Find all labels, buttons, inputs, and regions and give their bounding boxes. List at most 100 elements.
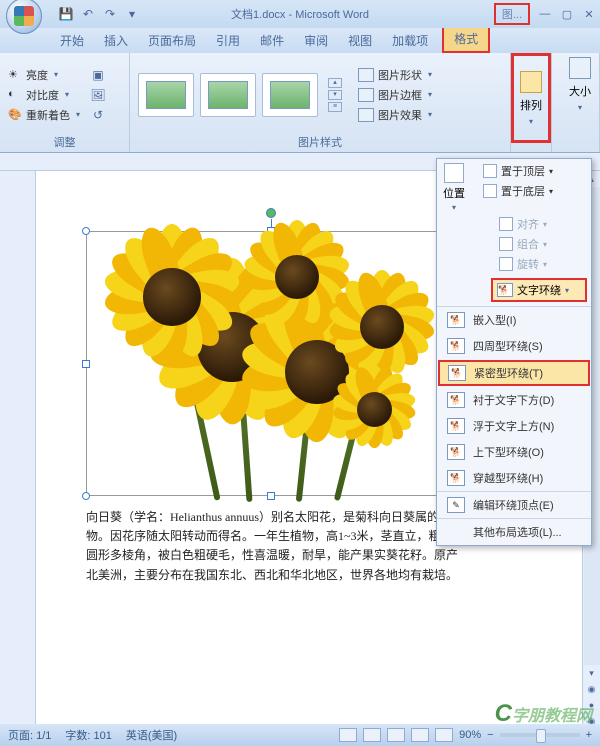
language-status[interactable]: 英语(美国) bbox=[126, 727, 177, 743]
chevron-down-icon: ▾ bbox=[529, 117, 533, 126]
text-wrap-icon bbox=[497, 283, 513, 297]
text-wrap-menu: 🐕嵌入型(I) 🐕四周型环绕(S) 🐕紧密型环绕(T) 🐕衬于文字下方(D) 🐕… bbox=[437, 306, 591, 545]
outline-view-button[interactable] bbox=[411, 728, 429, 742]
change-pic-icon[interactable]: 🖼 bbox=[90, 87, 106, 103]
picture-tools-label: 图... bbox=[494, 3, 530, 25]
print-icon[interactable]: ▾ bbox=[124, 6, 140, 22]
watermark: C字朋教程网 bbox=[495, 700, 592, 728]
scroll-down-icon[interactable]: ▾ bbox=[584, 665, 600, 681]
wrap-front-option[interactable]: 🐕浮于文字上方(N) bbox=[437, 413, 591, 439]
maximize-button[interactable]: ▢ bbox=[556, 5, 578, 23]
arrange-dropdown: 位置 ▾ 置于顶层▾ 置于底层▾ 对齐▾ 组合▾ 旋转▾ 文字环绕 ▾ 🐕嵌入型… bbox=[436, 158, 592, 546]
front-icon: 🐕 bbox=[447, 418, 465, 434]
print-layout-view-button[interactable] bbox=[339, 728, 357, 742]
style-thumb[interactable] bbox=[200, 73, 256, 117]
tight-icon: 🐕 bbox=[448, 365, 466, 381]
tab-review[interactable]: 审阅 bbox=[294, 28, 338, 53]
gallery-more-icon[interactable]: ≡ bbox=[328, 102, 342, 112]
more-layout-option[interactable]: 其他布局选项(L)... bbox=[437, 518, 591, 545]
fullscreen-view-button[interactable] bbox=[363, 728, 381, 742]
recolor-button[interactable]: 🎨重新着色 bbox=[8, 107, 80, 123]
rotate-button[interactable]: 旋转▾ bbox=[499, 256, 547, 272]
zoom-level[interactable]: 90% bbox=[459, 729, 481, 741]
inline-icon: 🐕 bbox=[447, 312, 465, 328]
arrange-icon bbox=[520, 71, 542, 93]
tab-home[interactable]: 开始 bbox=[50, 28, 94, 53]
tab-view[interactable]: 视图 bbox=[338, 28, 382, 53]
zoom-out-button[interactable]: − bbox=[487, 729, 493, 741]
chevron-down-icon: ▾ bbox=[578, 103, 582, 112]
chevron-down-icon: ▾ bbox=[565, 286, 569, 295]
position-icon bbox=[444, 163, 464, 183]
brightness-icon: ☀ bbox=[8, 68, 22, 82]
position-button[interactable]: 位置 ▾ bbox=[443, 163, 465, 212]
style-thumb[interactable] bbox=[262, 73, 318, 117]
align-icon bbox=[499, 217, 513, 231]
zoom-slider[interactable] bbox=[500, 733, 580, 737]
wrap-square-option[interactable]: 🐕四周型环绕(S) bbox=[437, 333, 591, 359]
selected-image[interactable] bbox=[86, 231, 456, 496]
text-wrap-button[interactable]: 文字环绕 ▾ bbox=[491, 278, 587, 302]
topbottom-icon: 🐕 bbox=[447, 444, 465, 460]
tab-format[interactable]: 格式 bbox=[442, 24, 490, 53]
brightness-button[interactable]: ☀亮度 bbox=[8, 67, 80, 83]
wrap-inline-option[interactable]: 🐕嵌入型(I) bbox=[437, 307, 591, 333]
size-icon bbox=[569, 57, 591, 79]
style-thumb[interactable] bbox=[138, 73, 194, 117]
arrange-button[interactable]: 排列 ▾ bbox=[511, 53, 551, 143]
size-button[interactable]: 大小 ▾ bbox=[560, 57, 600, 112]
recolor-icon: 🎨 bbox=[8, 108, 22, 122]
page-status[interactable]: 页面: 1/1 bbox=[8, 727, 51, 743]
chevron-down-icon: ▾ bbox=[452, 203, 456, 212]
zoom-in-button[interactable]: + bbox=[586, 729, 592, 741]
tab-page-layout[interactable]: 页面布局 bbox=[138, 28, 206, 53]
compress-icon[interactable]: ▣ bbox=[90, 67, 106, 83]
contrast-icon: ◐ bbox=[8, 88, 22, 102]
body-paragraph[interactable]: 向日葵（学名：Helianthus annuus）别名太阳花，是菊科向日葵属的植… bbox=[86, 508, 466, 585]
edit-points-icon: ✎ bbox=[447, 497, 465, 513]
gallery-down-icon[interactable]: ▾ bbox=[328, 90, 342, 100]
wrap-tight-option[interactable]: 🐕紧密型环绕(T) bbox=[438, 360, 590, 386]
tab-addins[interactable]: 加载项 bbox=[382, 28, 438, 53]
draft-view-button[interactable] bbox=[435, 728, 453, 742]
align-button[interactable]: 对齐▾ bbox=[499, 216, 547, 232]
wrap-topbottom-option[interactable]: 🐕上下型环绕(O) bbox=[437, 439, 591, 465]
save-icon[interactable]: 💾 bbox=[58, 6, 74, 22]
shape-icon bbox=[358, 68, 374, 82]
close-button[interactable]: ✕ bbox=[578, 5, 600, 23]
picture-styles-gallery[interactable]: ▴ ▾ ≡ bbox=[138, 73, 342, 117]
vertical-ruler[interactable] bbox=[0, 171, 36, 729]
picture-effects-button[interactable]: 图片效果 bbox=[358, 107, 432, 123]
adjust-group-label: 调整 bbox=[8, 132, 121, 150]
through-icon: 🐕 bbox=[447, 470, 465, 486]
redo-icon[interactable]: ↷ bbox=[102, 6, 118, 22]
tab-insert[interactable]: 插入 bbox=[94, 28, 138, 53]
more-icon bbox=[447, 524, 465, 540]
send-back-icon bbox=[483, 184, 497, 198]
minimize-button[interactable]: — bbox=[534, 5, 556, 23]
contrast-button[interactable]: ◐对比度 bbox=[8, 87, 80, 103]
picture-shape-button[interactable]: 图片形状 bbox=[358, 67, 432, 83]
send-to-back-button[interactable]: 置于底层▾ bbox=[483, 183, 553, 199]
sunflower-image-content bbox=[87, 232, 455, 495]
tab-references[interactable]: 引用 bbox=[206, 28, 250, 53]
border-icon bbox=[358, 88, 374, 102]
behind-icon: 🐕 bbox=[447, 392, 465, 408]
wrap-behind-option[interactable]: 🐕衬于文字下方(D) bbox=[437, 387, 591, 413]
bring-front-icon bbox=[483, 164, 497, 178]
group-icon bbox=[499, 237, 513, 251]
edit-wrap-points-option[interactable]: ✎编辑环绕顶点(E) bbox=[437, 491, 591, 518]
window-title: 文档1.docx - Microsoft Word bbox=[231, 6, 369, 22]
picture-border-button[interactable]: 图片边框 bbox=[358, 87, 432, 103]
styles-group-label: 图片样式 bbox=[138, 132, 502, 150]
word-count-status[interactable]: 字数: 101 bbox=[65, 727, 111, 743]
undo-icon[interactable]: ↶ bbox=[80, 6, 96, 22]
rotate-handle[interactable] bbox=[266, 208, 276, 218]
reset-pic-icon[interactable]: ↺ bbox=[90, 107, 106, 123]
bring-to-front-button[interactable]: 置于顶层▾ bbox=[483, 163, 553, 179]
prev-page-icon[interactable]: ◉ bbox=[584, 681, 600, 697]
web-layout-view-button[interactable] bbox=[387, 728, 405, 742]
wrap-through-option[interactable]: 🐕穿越型环绕(H) bbox=[437, 465, 591, 491]
gallery-up-icon[interactable]: ▴ bbox=[328, 78, 342, 88]
tab-mailings[interactable]: 邮件 bbox=[250, 28, 294, 53]
